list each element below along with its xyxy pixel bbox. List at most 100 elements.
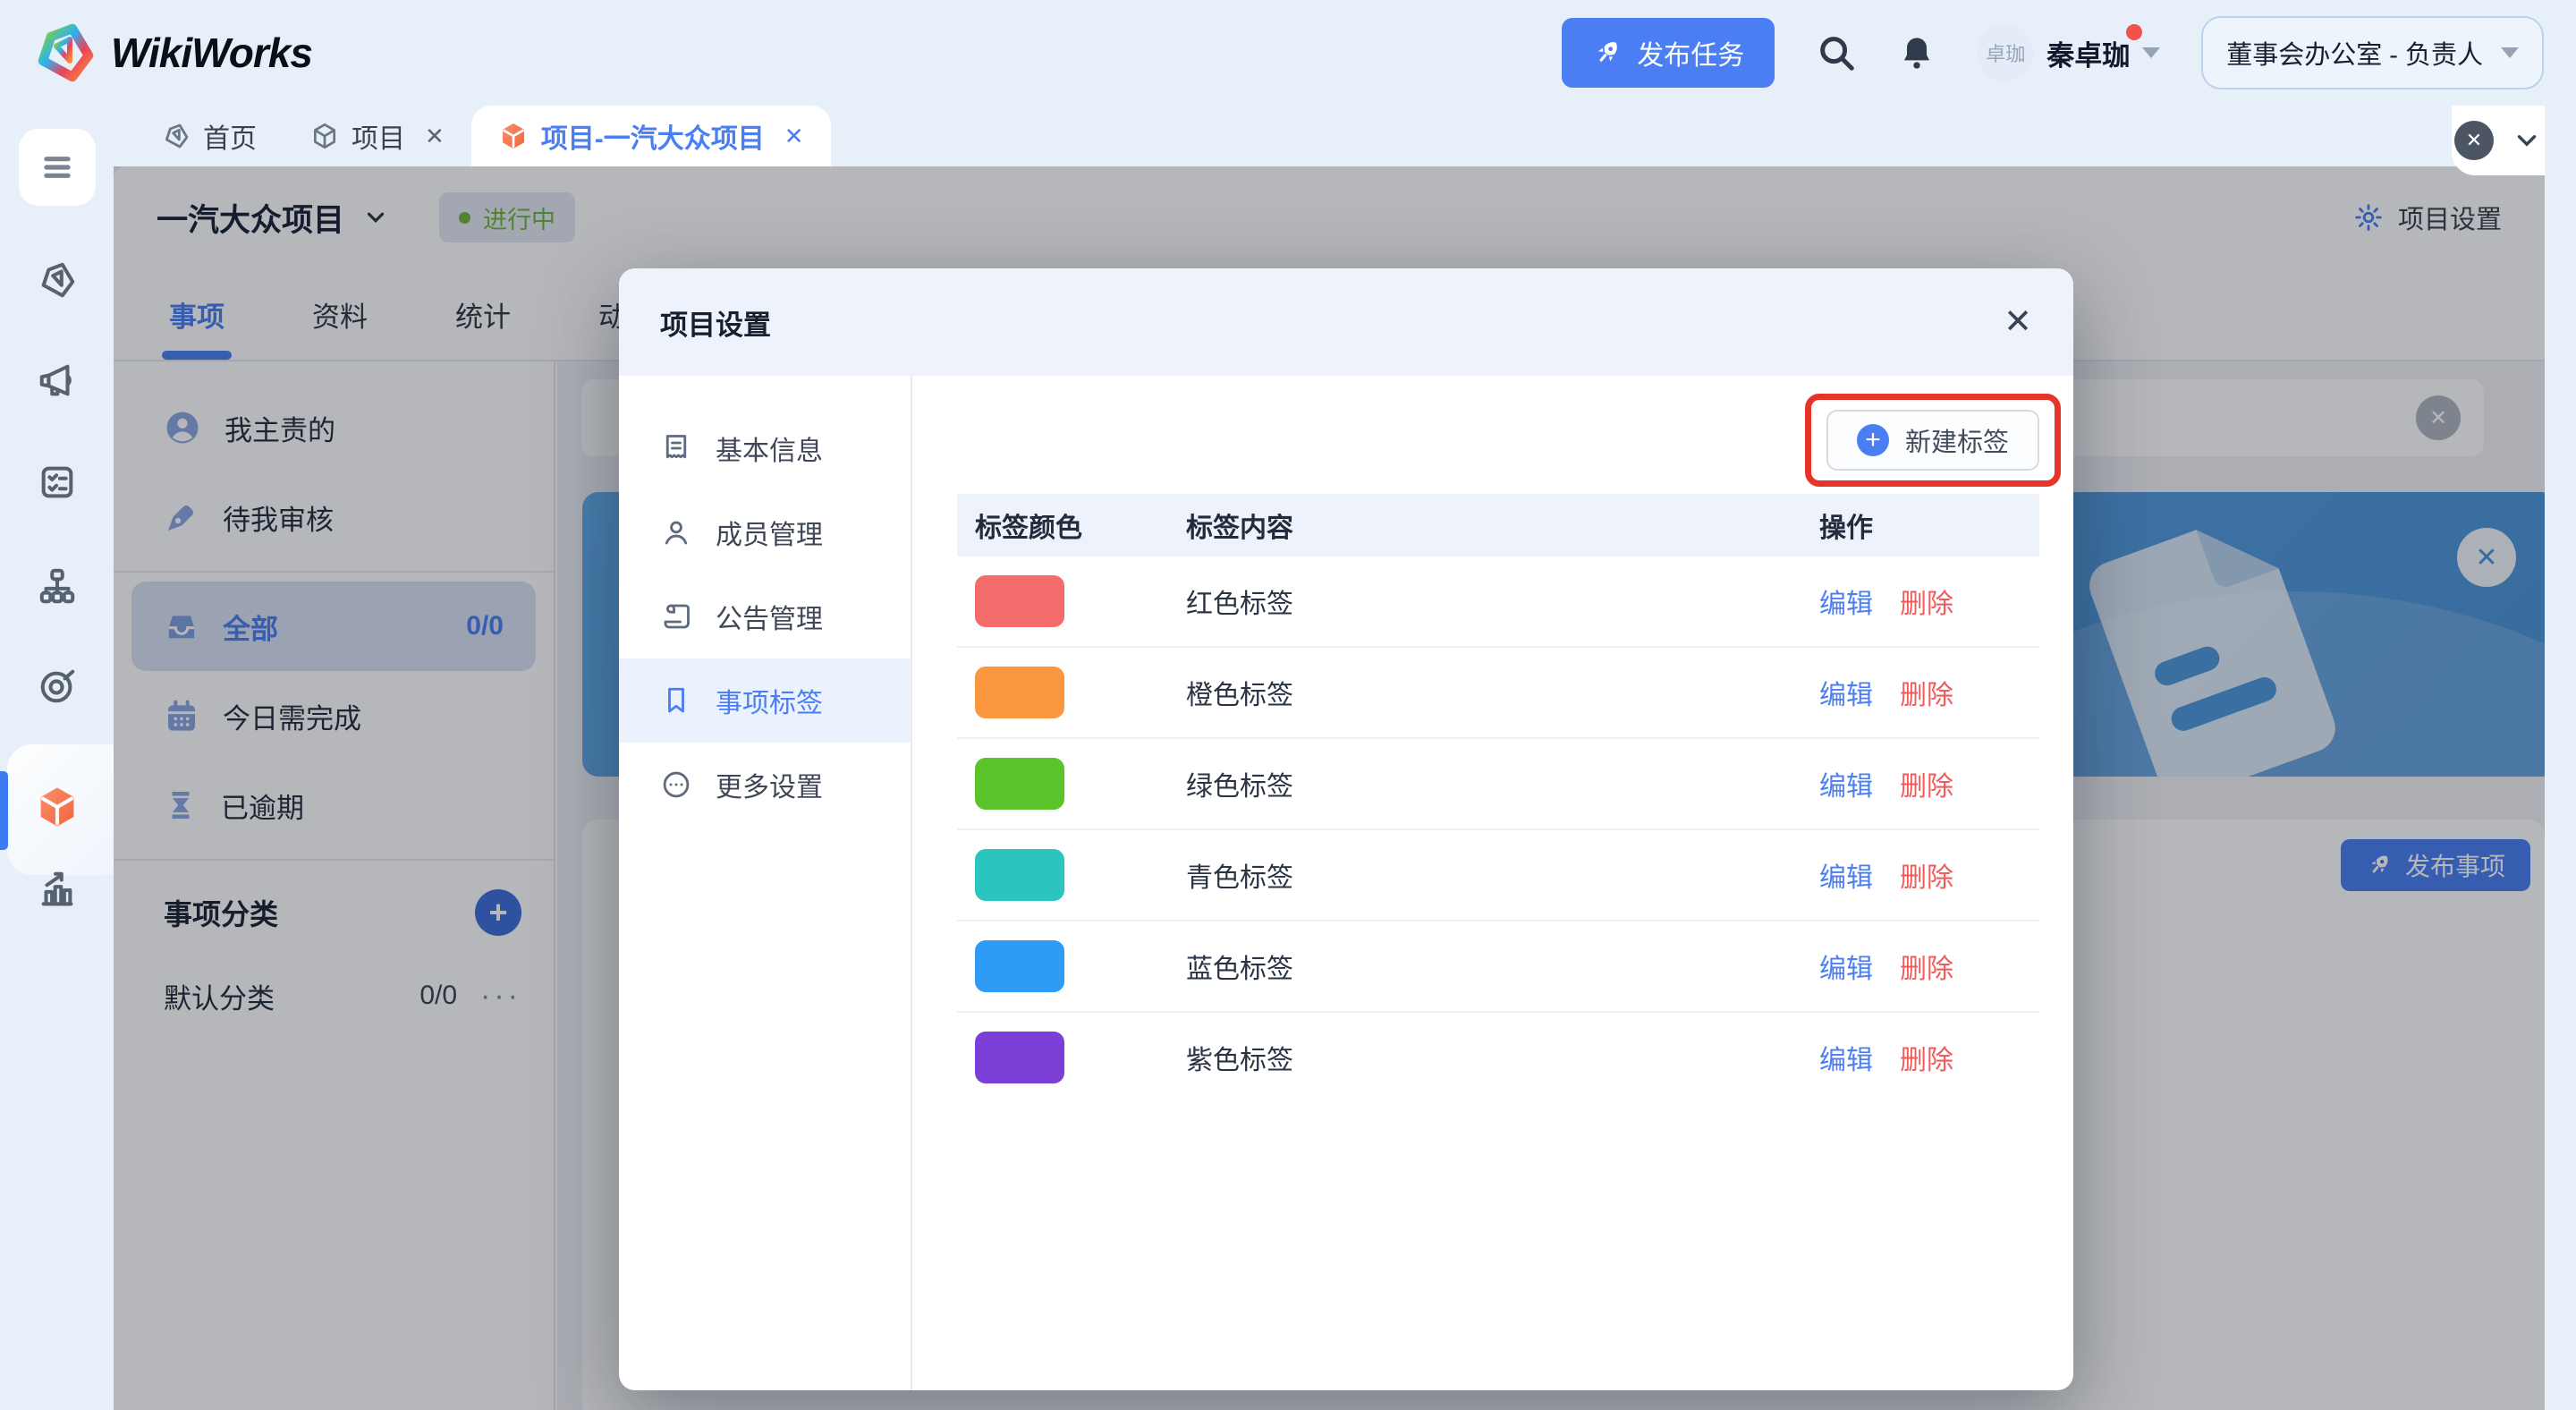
subtab-items[interactable]: 事项 xyxy=(169,268,225,360)
sidebar-item-due-today[interactable]: 今日需完成 xyxy=(114,671,554,760)
edit-link[interactable]: 编辑 xyxy=(1819,947,1873,986)
app-window: WikiWorks 发布任务 卓珈 秦卓珈 董事会办公室 - 负责人 首页 项目… xyxy=(0,0,2576,1410)
rocket-icon xyxy=(1592,38,1623,68)
home-icon[interactable] xyxy=(0,259,114,301)
status-text: 进行中 xyxy=(483,206,556,234)
section-title: 事项分类 xyxy=(164,898,279,930)
tab-close-icon[interactable]: ✕ xyxy=(425,123,445,150)
sidebar-item-all[interactable]: 全部 0/0 xyxy=(131,582,536,671)
tags-table: 标签颜色 标签内容 操作 红色标签 编辑删除 橙色标签 编辑删除 绿色标签 xyxy=(957,494,2039,1102)
statistics-chart-icon[interactable] xyxy=(0,870,114,911)
left-rail xyxy=(0,106,114,1410)
avatar-initials: 卓珈 xyxy=(1986,43,2026,65)
person-circle-icon xyxy=(166,412,199,444)
document-info-icon xyxy=(665,435,687,459)
modal-nav-announcements[interactable]: 公告管理 xyxy=(619,574,911,658)
tab-home[interactable]: 首页 xyxy=(135,106,284,166)
gear-icon xyxy=(2355,204,2382,231)
project-title-dropdown[interactable]: 一汽大众项目 xyxy=(157,195,389,241)
sidebar-item-overdue[interactable]: 已逾期 xyxy=(114,760,554,850)
edit-link[interactable]: 编辑 xyxy=(1819,855,1873,895)
column-header-color: 标签颜色 xyxy=(975,514,1082,543)
modal-nav-item-tags[interactable]: 事项标签 xyxy=(619,658,911,743)
project-cube-icon[interactable] xyxy=(0,784,114,830)
modal-nav-more-settings[interactable]: 更多设置 xyxy=(619,743,911,827)
modal-close-icon[interactable]: ✕ xyxy=(2004,305,2032,339)
hamburger-menu-icon[interactable] xyxy=(19,129,96,206)
tag-name: 橙色标签 xyxy=(1186,681,1293,710)
tab-projects[interactable]: 项目 ✕ xyxy=(284,106,471,166)
new-tag-row: + 新建标签 xyxy=(957,394,2061,487)
brand-logo[interactable]: WikiWorks xyxy=(32,21,313,85)
tab-close-icon[interactable]: ✕ xyxy=(784,123,804,150)
tabs-dropdown-chevron-icon[interactable] xyxy=(2512,125,2542,156)
more-options-icon[interactable]: ··· xyxy=(480,979,521,1014)
modal-nav-members[interactable]: 成员管理 xyxy=(619,490,911,574)
publish-item-button[interactable]: 发布事项 xyxy=(2340,839,2530,891)
tags-table-header: 标签颜色 标签内容 操作 xyxy=(957,494,2039,556)
delete-link[interactable]: 删除 xyxy=(1900,764,1953,803)
plus-circle-icon: + xyxy=(1856,424,1889,456)
sitemap-icon[interactable] xyxy=(0,565,114,607)
tag-color-swatch xyxy=(975,849,1064,901)
project-settings-button[interactable]: 项目设置 xyxy=(2353,199,2502,236)
checklist-icon[interactable] xyxy=(0,462,114,503)
edit-link[interactable]: 编辑 xyxy=(1819,582,1873,621)
tag-color-swatch xyxy=(975,758,1064,810)
modal-nav-label: 成员管理 xyxy=(716,521,823,550)
delete-link[interactable]: 删除 xyxy=(1900,1038,1953,1077)
close-all-tabs-icon[interactable]: ✕ xyxy=(2454,121,2494,160)
publish-task-button[interactable]: 发布任务 xyxy=(1562,18,1775,88)
banner-close-icon[interactable]: ✕ xyxy=(2457,528,2516,587)
org-selector[interactable]: 董事会办公室 - 负责人 xyxy=(2201,16,2544,89)
edit-link[interactable]: 编辑 xyxy=(1819,673,1873,712)
target-icon[interactable] xyxy=(0,666,114,707)
table-row: 绿色标签 编辑 删除 xyxy=(957,739,2039,830)
modal-title: 项目设置 xyxy=(660,309,771,341)
sidebar-item-label: 已逾期 xyxy=(221,792,304,824)
user-menu[interactable]: 卓珈 秦卓珈 xyxy=(1977,23,2161,81)
tab-label: 项目 xyxy=(352,124,405,154)
brand-name: WikiWorks xyxy=(111,30,313,76)
tab-label: 首页 xyxy=(203,124,257,154)
delete-link[interactable]: 删除 xyxy=(1900,947,1953,986)
member-icon xyxy=(665,521,688,545)
add-category-button[interactable]: + xyxy=(475,889,521,936)
sidebar-item-label: 待我审核 xyxy=(223,504,334,536)
delete-link[interactable]: 删除 xyxy=(1900,582,1953,621)
tab-project-faw-vw[interactable]: 项目-一汽大众项目 ✕ xyxy=(470,106,831,166)
project-header: 一汽大众项目 进行中 项目设置 xyxy=(114,166,2545,268)
project-title: 一汽大众项目 xyxy=(157,202,345,238)
document-illustration-icon xyxy=(2043,492,2396,777)
megaphone-icon[interactable] xyxy=(0,360,114,401)
new-tag-label: 新建标签 xyxy=(1904,429,2009,457)
tab-strip: 首页 项目 ✕ 项目-一汽大众项目 ✕ xyxy=(114,106,2545,166)
modal-nav-label: 公告管理 xyxy=(716,605,823,634)
tab-strip-controls: ✕ xyxy=(2452,106,2545,175)
delete-link[interactable]: 删除 xyxy=(1900,855,1953,895)
status-badge: 进行中 xyxy=(439,192,576,242)
notifications-bell-icon[interactable] xyxy=(1898,34,1936,72)
toolbar-close-icon[interactable]: ✕ xyxy=(2416,395,2461,440)
modal-nav-label: 更多设置 xyxy=(716,773,823,803)
category-count: 0/0 xyxy=(419,981,458,1010)
tag-color-swatch xyxy=(975,575,1064,627)
sidebar-item-my-responsible[interactable]: 我主责的 xyxy=(114,383,554,472)
top-bar: WikiWorks 发布任务 卓珈 秦卓珈 董事会办公室 - 负责人 xyxy=(0,0,2576,106)
tag-name: 紫色标签 xyxy=(1186,1046,1293,1075)
delete-link[interactable]: 删除 xyxy=(1900,673,1953,712)
rocket-icon xyxy=(2371,855,2388,873)
divider xyxy=(114,571,554,573)
modal-nav-basic-info[interactable]: 基本信息 xyxy=(619,406,911,490)
subtab-statistics[interactable]: 统计 xyxy=(455,268,511,360)
sidebar-item-label: 我主责的 xyxy=(225,414,335,446)
edit-link[interactable]: 编辑 xyxy=(1819,1038,1873,1077)
new-tag-button[interactable]: + 新建标签 xyxy=(1826,410,2039,471)
modal-content: + 新建标签 标签颜色 标签内容 操作 红色标签 编辑 删除 橙色标签 编辑 删… xyxy=(914,376,2073,1390)
inbox-icon xyxy=(168,616,195,639)
sidebar-item-default-category[interactable]: 默认分类 0/0 ··· xyxy=(114,956,554,1036)
edit-link[interactable]: 编辑 xyxy=(1819,764,1873,803)
search-icon[interactable] xyxy=(1816,32,1857,73)
subtab-files[interactable]: 资料 xyxy=(312,268,368,360)
sidebar-item-pending-review[interactable]: 待我审核 xyxy=(114,472,554,562)
